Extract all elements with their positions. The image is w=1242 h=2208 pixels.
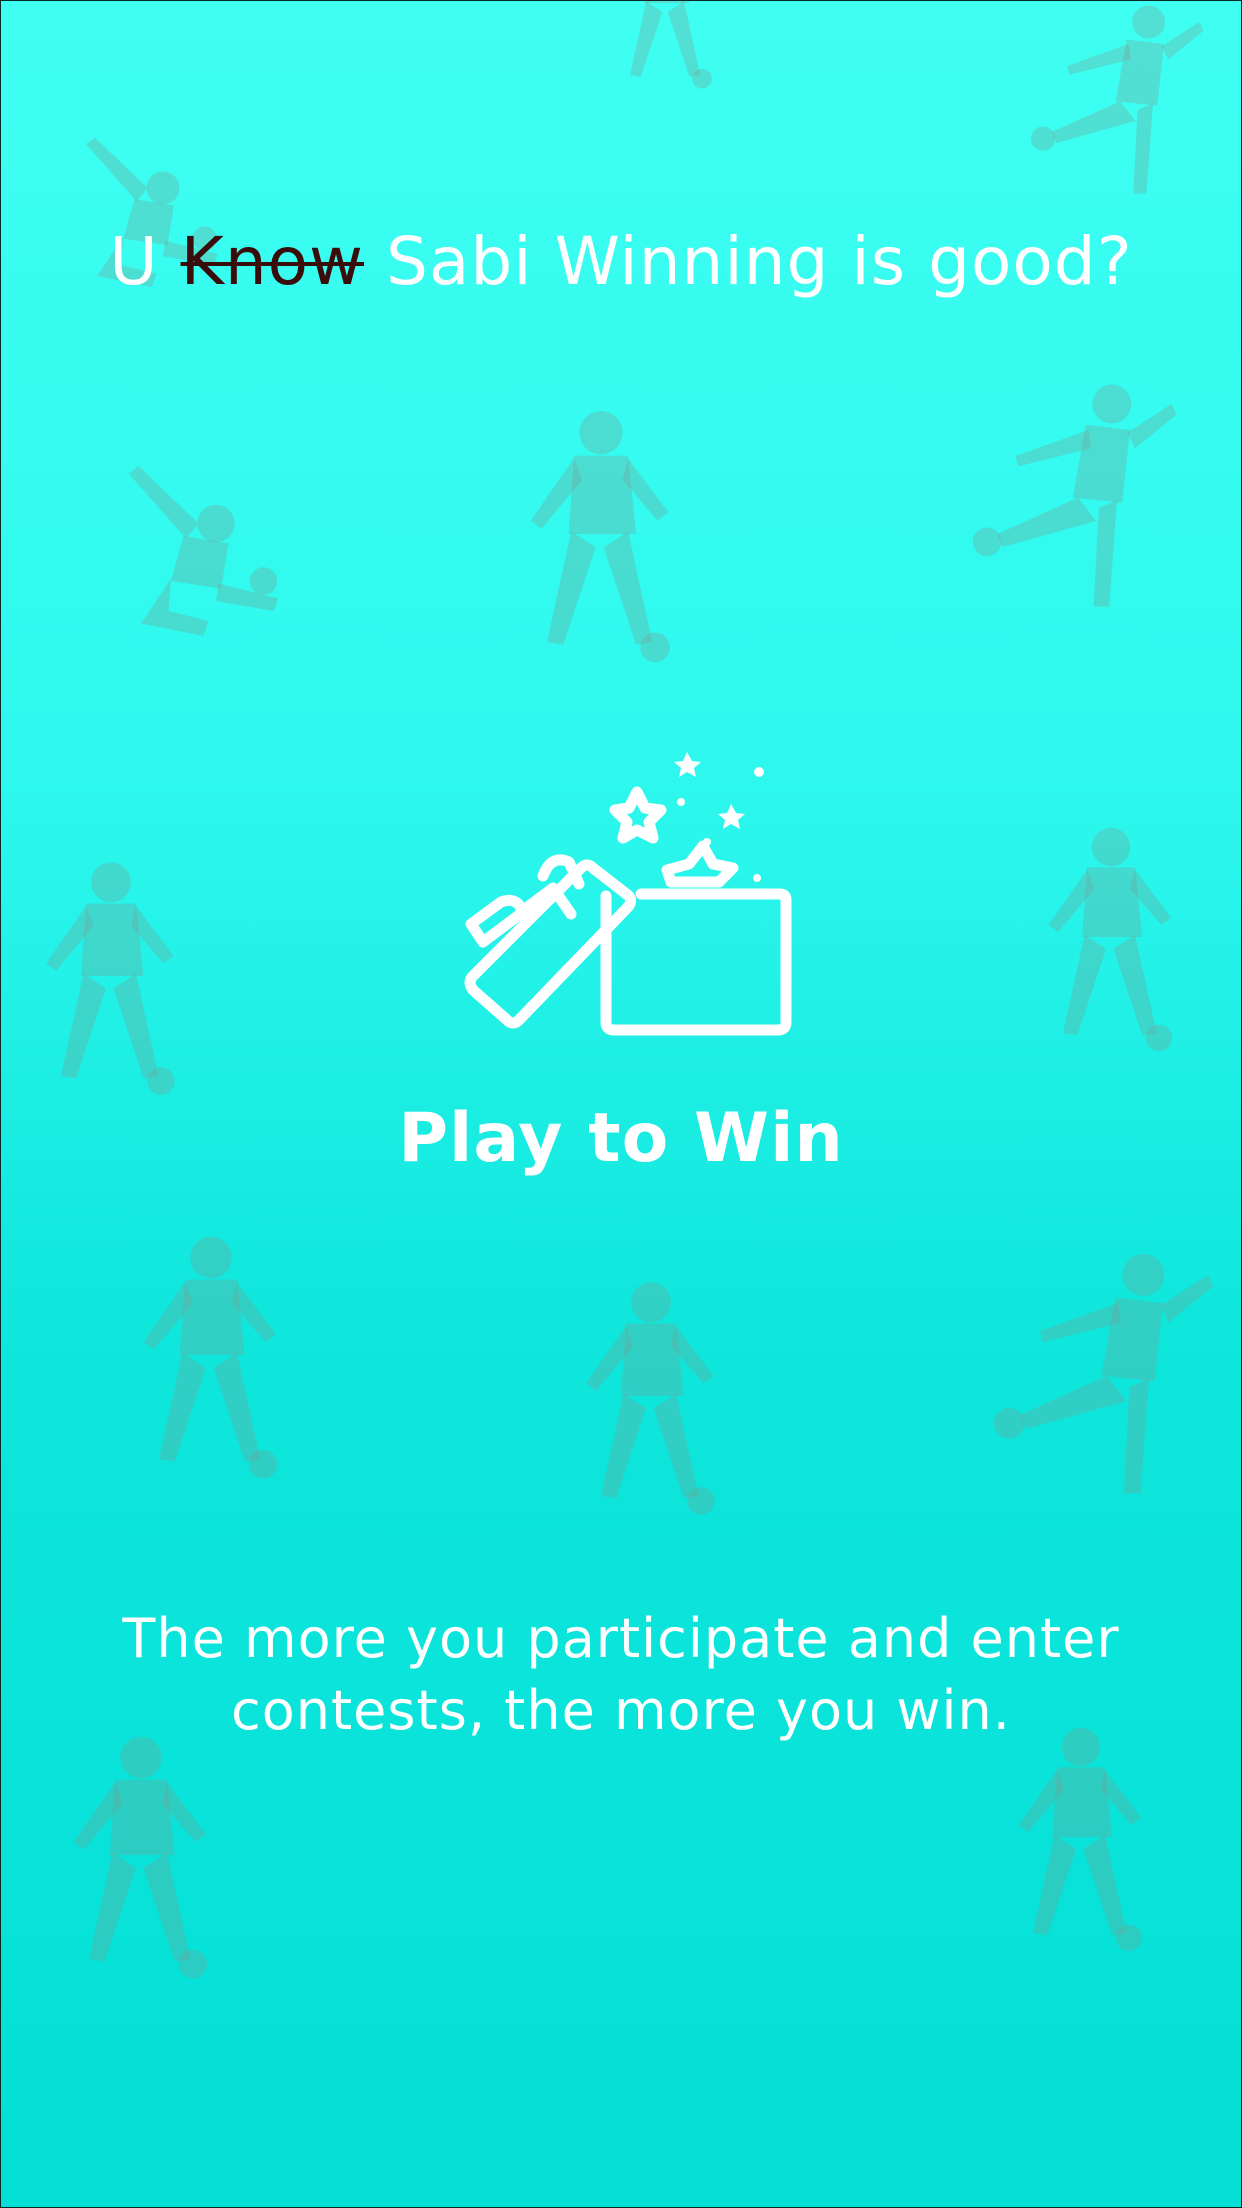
gift-box-open-icon [464,752,792,1036]
headline: Play to Win [398,1099,844,1178]
tagline-prefix: U [109,223,159,300]
onboarding-screen: U Know Sabi Winning is good? Play to Win… [0,0,1242,2208]
tagline: U Know Sabi Winning is good? [1,223,1241,300]
tagline-suffix: Sabi Winning is good? [386,223,1133,300]
description-text: The more you participate and enter conte… [122,1607,1120,1742]
tagline-struck-word: Know [180,223,365,300]
